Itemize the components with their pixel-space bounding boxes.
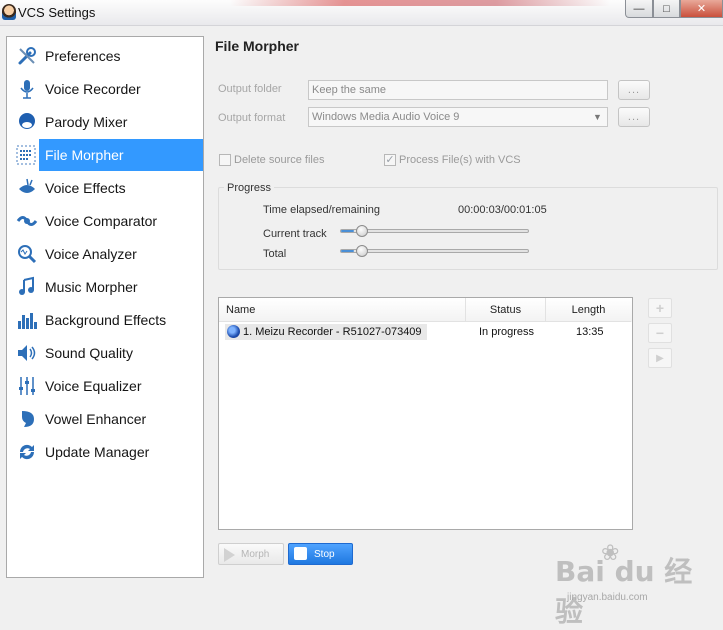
time-elapsed-value: 00:00:03/00:01:05 <box>458 204 547 216</box>
vowel-face-icon <box>14 406 40 432</box>
wrench-icon <box>14 43 40 69</box>
page-title: File Morpher <box>215 38 300 54</box>
sidebar-item-label: Vowel Enhancer <box>45 411 147 427</box>
output-format-select[interactable]: Windows Media Audio Voice 9 <box>308 107 608 127</box>
sidebar-item-update-manager[interactable]: Update Manager <box>7 436 203 468</box>
remove-file-button[interactable]: − <box>648 323 672 343</box>
sidebar: Preferences Voice Recorder Parody Mixer … <box>6 36 204 578</box>
file-list[interactable]: Name Status Length 1. Meizu Recorder - R… <box>218 297 633 530</box>
output-format-browse-button[interactable]: ... <box>618 107 650 127</box>
sidebar-item-file-morpher[interactable]: File Morpher <box>16 139 203 171</box>
current-track-label: Current track <box>263 228 327 240</box>
vcs-settings-window: VCS Settings — □ ✕ Preferences Voice Rec… <box>0 0 723 628</box>
sidebar-item-parody-mixer[interactable]: Parody Mixer <box>7 106 203 138</box>
close-button[interactable]: ✕ <box>680 0 723 18</box>
sidebar-item-label: Voice Analyzer <box>45 246 137 262</box>
process-with-vcs-checkbox[interactable]: ✓ <box>384 154 396 166</box>
column-header-status[interactable]: Status <box>466 298 546 322</box>
output-folder-browse-button[interactable]: ... <box>618 80 650 100</box>
column-header-name[interactable]: Name <box>219 298 466 322</box>
baidu-watermark: ❀ Bai du 经验 jingyan.baidu.com <box>555 540 720 628</box>
parody-face-icon <box>14 109 40 135</box>
current-track-fill <box>341 230 355 232</box>
window-title: VCS Settings <box>18 5 96 20</box>
play-icon: ▶ <box>656 352 664 364</box>
watermark-logo: Bai du 经验 <box>555 555 693 628</box>
sidebar-item-label: File Morpher <box>45 147 124 163</box>
file-name-cell: 1. Meizu Recorder - R51027-073409 <box>225 324 427 340</box>
sidebar-item-voice-effects[interactable]: Voice Effects <box>7 172 203 204</box>
sidebar-item-label: Background Effects <box>45 312 167 328</box>
column-header-length[interactable]: Length <box>546 298 631 322</box>
file-morpher-icon <box>13 142 39 168</box>
minus-icon: − <box>655 325 665 341</box>
sidebar-item-label: Preferences <box>45 48 121 64</box>
file-status: In progress <box>479 326 535 338</box>
output-folder-field[interactable]: Keep the same <box>308 80 608 100</box>
file-name: 1. Meizu Recorder - R51027-073409 <box>243 326 422 338</box>
sidebar-item-vowel-enhancer[interactable]: Vowel Enhancer <box>7 403 203 435</box>
sidebar-item-preferences[interactable]: Preferences <box>7 40 203 72</box>
total-slider[interactable] <box>340 249 529 253</box>
output-format-label: Output format <box>218 112 286 124</box>
sidebar-item-voice-equalizer[interactable]: Voice Equalizer <box>7 370 203 402</box>
progress-group-title: Progress <box>224 182 275 194</box>
chevron-down-icon[interactable]: ▼ <box>588 108 607 126</box>
sidebar-item-label: Voice Equalizer <box>45 378 142 394</box>
sidebar-item-label: Voice Effects <box>45 180 126 196</box>
equalizer-sliders-icon <box>14 373 40 399</box>
sidebar-item-music-morpher[interactable]: Music Morpher <box>7 271 203 303</box>
delete-source-label: Delete source files <box>234 154 325 166</box>
title-bar[interactable]: VCS Settings — □ ✕ <box>0 0 723 26</box>
microphone-icon <box>14 76 40 102</box>
total-fill <box>341 250 355 252</box>
sidebar-item-label: Music Morpher <box>45 279 138 295</box>
voice-effects-icon <box>14 175 40 201</box>
time-elapsed-label: Time elapsed/remaining <box>263 204 380 216</box>
file-length: 13:35 <box>576 326 604 338</box>
sidebar-item-label: Parody Mixer <box>45 114 128 130</box>
current-track-slider[interactable] <box>340 229 529 233</box>
sidebar-item-label: Update Manager <box>45 444 150 460</box>
maximize-button[interactable]: □ <box>653 0 680 18</box>
play-file-button[interactable]: ▶ <box>648 348 672 368</box>
equalizer-bars-icon <box>14 307 40 333</box>
sidebar-item-label: Voice Recorder <box>45 81 141 97</box>
watermark-url: jingyan.baidu.com <box>567 592 648 603</box>
table-row[interactable]: 1. Meizu Recorder - R51027-073409 In pro… <box>221 323 631 341</box>
column-header-spacer <box>631 298 632 322</box>
delete-source-checkbox[interactable] <box>219 154 231 166</box>
title-accent <box>230 0 610 6</box>
plus-icon: + <box>655 300 665 316</box>
refresh-icon <box>14 439 40 465</box>
minimize-button[interactable]: — <box>625 0 653 18</box>
stop-button-label: Stop <box>314 548 335 560</box>
music-note-icon <box>14 274 40 300</box>
total-label: Total <box>263 248 287 260</box>
sidebar-item-label: Sound Quality <box>45 345 133 361</box>
stop-icon <box>294 547 307 560</box>
app-icon <box>2 4 16 20</box>
sidebar-item-background-effects[interactable]: Background Effects <box>7 304 203 336</box>
voice-comparator-icon <box>14 208 40 234</box>
sidebar-item-voice-analyzer[interactable]: Voice Analyzer <box>7 238 203 270</box>
speaker-icon <box>14 340 40 366</box>
stop-button[interactable]: Stop <box>288 543 353 565</box>
sidebar-item-voice-comparator[interactable]: Voice Comparator <box>7 205 203 237</box>
morph-button-label: Morph <box>241 548 270 560</box>
output-folder-label: Output folder <box>218 83 282 95</box>
process-with-vcs-label: Process File(s) with VCS <box>399 154 521 166</box>
morph-button[interactable]: Morph <box>218 543 284 565</box>
voice-analyzer-icon <box>14 241 40 267</box>
add-file-button[interactable]: + <box>648 298 672 318</box>
audio-file-icon <box>227 325 240 338</box>
sidebar-item-voice-recorder[interactable]: Voice Recorder <box>7 73 203 105</box>
play-icon <box>224 548 235 562</box>
sidebar-item-sound-quality[interactable]: Sound Quality <box>7 337 203 369</box>
sidebar-item-label: Voice Comparator <box>45 213 158 229</box>
